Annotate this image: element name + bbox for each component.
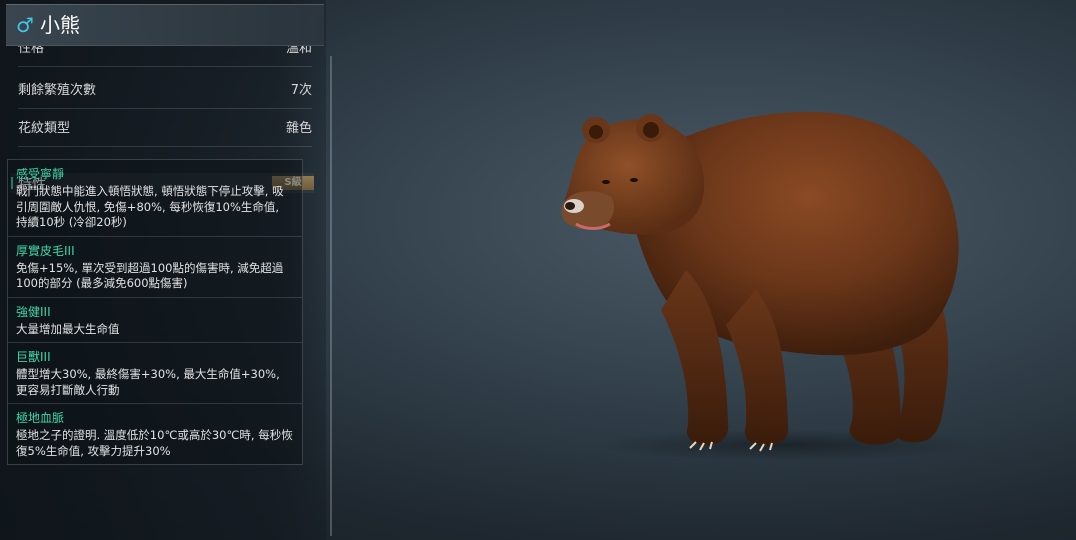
pet-name: 小熊 — [40, 13, 80, 37]
info-row-breeding-count: 剩餘繁殖次數 7次 — [18, 70, 312, 109]
trait-item[interactable]: 感受寧靜 戰鬥狀態中能進入頓悟狀態, 頓悟狀態下停止攻擊, 吸引周圍敵人仇恨, … — [8, 160, 302, 237]
trait-list: 感受寧靜 戰鬥狀態中能進入頓悟狀態, 頓悟狀態下停止攻擊, 吸引周圍敵人仇恨, … — [7, 159, 303, 465]
trait-name: 極地血脈 — [16, 411, 65, 425]
trait-item[interactable]: 巨獸III 體型增大30%, 最終傷害+30%, 最大生命值+30%, 更容易打… — [8, 343, 302, 404]
trait-item[interactable]: 強健III 大量增加最大生命值 — [8, 298, 302, 343]
pet-info-panel: ♂ 小熊 性格 溫和 剩餘繁殖次數 7次 花紋類型 雜色 特性 S級 感受寧靜 … — [0, 0, 326, 540]
male-icon: ♂ — [16, 13, 34, 37]
trait-description: 戰鬥狀態中能進入頓悟狀態, 頓悟狀態下停止攻擊, 吸引周圍敵人仇恨, 免傷+80… — [16, 184, 284, 229]
trait-item[interactable]: 厚實皮毛III 免傷+15%, 單次受到超過100點的傷害時, 減免超過100的… — [8, 237, 302, 298]
trait-item[interactable]: 極地血脈 極地之子的證明. 溫度低於10℃或高於30℃時, 每秒恢復5%生命值,… — [8, 404, 302, 464]
info-value: 7次 — [290, 83, 312, 98]
pet-title-bar: ♂ 小熊 — [6, 4, 324, 46]
info-value: 溫和 — [285, 46, 312, 56]
trait-description: 大量增加最大生命值 — [16, 321, 120, 336]
trait-description: 極地之子的證明. 溫度低於10℃或高於30℃時, 每秒恢復5%生命值, 攻擊力提… — [16, 428, 293, 458]
trait-description: 免傷+15%, 單次受到超過100點的傷害時, 減免超過100的部分 (最多減免… — [16, 260, 284, 291]
panel-scrollbar[interactable] — [330, 56, 332, 536]
info-label: 剩餘繁殖次數 — [18, 83, 97, 98]
trait-name: 厚實皮毛III — [16, 243, 75, 258]
info-row-temperament: 性格 溫和 — [18, 46, 312, 67]
info-value: 雜色 — [285, 121, 312, 136]
info-label: 性格 — [18, 46, 45, 56]
trait-name: 巨獸III — [16, 350, 51, 364]
info-label: 花紋類型 — [18, 121, 71, 136]
trait-description: 體型增大30%, 最終傷害+30%, 最大生命值+30%, 更容易打斷敵人行動 — [16, 367, 280, 397]
bear-model[interactable] — [556, 100, 966, 470]
info-row-pattern-type: 花紋類型 雜色 — [18, 108, 312, 147]
trait-name: 強健III — [16, 304, 51, 319]
trait-name: 感受寧靜 — [16, 167, 65, 181]
